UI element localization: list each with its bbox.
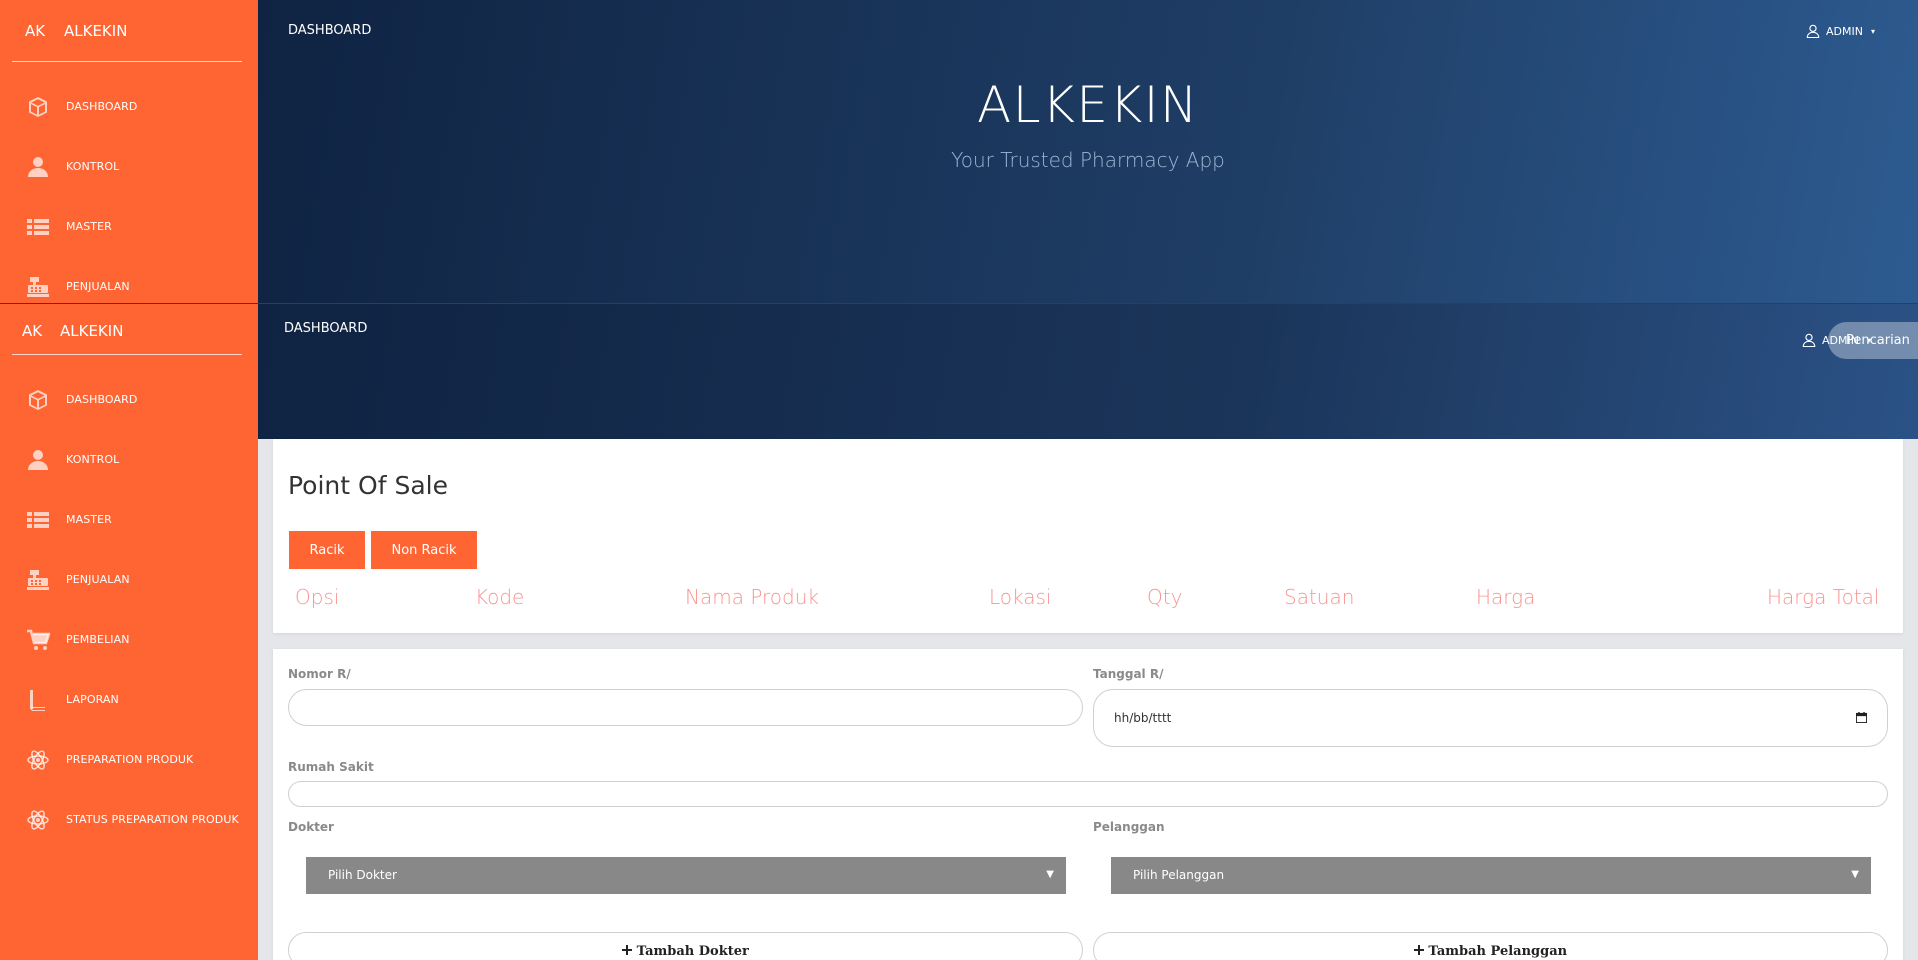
- page-header: DASHBOARD ADMIN ▾: [258, 304, 1918, 439]
- atom-icon: [26, 748, 50, 772]
- sidebar-item-label: MASTER: [66, 220, 112, 233]
- sidebar-item-label: STATUS PREPARATION PRODUK: [66, 813, 239, 826]
- sidebar-item-dashboard[interactable]: DASHBOARD: [0, 380, 258, 420]
- sidebar-item-pembelian[interactable]: PEMBELIAN: [0, 620, 258, 660]
- hero-subtitle: Your Trusted Pharmacy App: [951, 148, 1225, 172]
- sidebar: AK ALKEKIN DASHBOARD KONTROL MASTER PENJ…: [0, 304, 258, 960]
- column-header-harga: Harga: [1476, 585, 1536, 609]
- sidebar-item-master[interactable]: MASTER: [0, 207, 258, 247]
- dokter-label: Dokter: [288, 820, 334, 834]
- column-header-satuan: Satuan: [1284, 585, 1355, 609]
- sidebar-item-master[interactable]: MASTER: [0, 500, 258, 540]
- sidebar-item-penjualan[interactable]: PENJUALAN: [0, 560, 258, 600]
- brand[interactable]: AK ALKEKIN: [0, 0, 258, 62]
- add-customer-button[interactable]: Tambah Pelanggan: [1093, 932, 1888, 960]
- sidebar-item-label: KONTROL: [66, 453, 120, 466]
- sidebar-item-label: PREPARATION PRODUK: [66, 753, 194, 766]
- user-icon: [26, 155, 50, 179]
- sidebar-item-dashboard[interactable]: DASHBOARD: [0, 87, 258, 127]
- pelanggan-select[interactable]: Pilih Pelanggan ▼: [1111, 857, 1871, 894]
- sidebar-item-penjualan[interactable]: PENJUALAN: [0, 267, 258, 304]
- user-outline-icon: [1802, 333, 1816, 347]
- plus-icon: [622, 945, 632, 955]
- list-icon: [26, 508, 50, 532]
- caret-down-icon: ▼: [1851, 869, 1859, 880]
- dashboard-link[interactable]: DASHBOARD: [288, 23, 371, 38]
- cash-register-icon: [26, 275, 50, 299]
- brand-divider: [12, 354, 242, 355]
- tanggal-label: Tanggal R/: [1093, 667, 1164, 681]
- user-icon: [26, 448, 50, 472]
- caret-down-icon: ▾: [1866, 335, 1871, 345]
- nomor-field[interactable]: [288, 689, 1083, 726]
- bottom-frame: AK ALKEKIN DASHBOARD KONTROL MASTER PENJ…: [0, 304, 1918, 960]
- caret-down-icon: ▼: [1046, 869, 1054, 880]
- pelanggan-select-value: Pilih Pelanggan: [1133, 868, 1225, 882]
- calendar-icon[interactable]: [1856, 712, 1867, 723]
- user-menu[interactable]: ADMIN ▾: [1802, 330, 1871, 350]
- sidebar-item-label: MASTER: [66, 513, 112, 526]
- user-label: ADMIN: [1826, 24, 1863, 38]
- column-header-opsi: Opsi: [295, 585, 340, 609]
- column-header-lokasi: Lokasi: [989, 585, 1052, 609]
- tanggal-field[interactable]: hh/bb/tttt: [1093, 689, 1888, 747]
- dokter-select-value: Pilih Dokter: [328, 868, 397, 882]
- top-frame: AK ALKEKIN DASHBOARD KONTROL MASTER PENJ…: [0, 0, 1918, 304]
- pos-card: Point Of Sale Racik Non Racik Opsi Kode …: [273, 439, 1903, 633]
- sidebar-item-laporan[interactable]: LAPORAN: [0, 680, 258, 720]
- sidebar-item-label: PEMBELIAN: [66, 633, 130, 646]
- column-header-nama-produk: Nama Produk: [685, 585, 819, 609]
- sidebar-item-preparation-produk[interactable]: PREPARATION PRODUK: [0, 740, 258, 780]
- brand-short: AK: [25, 22, 46, 40]
- add-doctor-label: Tambah Dokter: [636, 944, 749, 959]
- prescription-form-card: Nomor R/ Tanggal R/ hh/bb/tttt Rumah Sak…: [273, 649, 1903, 960]
- cash-register-icon: [26, 568, 50, 592]
- dokter-select[interactable]: Pilih Dokter ▼: [306, 857, 1066, 894]
- non-racik-button[interactable]: Non Racik: [371, 531, 477, 569]
- column-header-harga-total: Harga Total: [1767, 585, 1880, 609]
- atom-icon: [26, 808, 50, 832]
- sidebar-item-kontrol[interactable]: KONTROL: [0, 147, 258, 187]
- racik-button[interactable]: Racik: [289, 531, 365, 569]
- brand-divider: [12, 61, 242, 62]
- column-header-kode: Kode: [475, 585, 525, 609]
- brand-short: AK: [22, 322, 43, 340]
- rumah-sakit-field[interactable]: [288, 781, 1888, 807]
- brand-name: ALKEKIN: [60, 322, 124, 340]
- caret-down-icon: ▾: [1870, 26, 1875, 36]
- user-label: ADMIN: [1822, 333, 1859, 347]
- column-header-qty: Qty: [1147, 585, 1183, 609]
- list-icon: [26, 215, 50, 239]
- pelanggan-label: Pelanggan: [1093, 820, 1165, 834]
- brand[interactable]: AK ALKEKIN: [0, 304, 258, 366]
- sidebar: AK ALKEKIN DASHBOARD KONTROL MASTER PENJ…: [0, 0, 258, 303]
- sidebar-item-label: LAPORAN: [66, 693, 119, 706]
- plus-icon: [1414, 945, 1424, 955]
- book-icon: [26, 688, 50, 712]
- user-menu[interactable]: ADMIN ▾: [1806, 21, 1875, 41]
- sidebar-item-label: PENJUALAN: [66, 280, 130, 293]
- add-doctor-button[interactable]: Tambah Dokter: [288, 932, 1083, 960]
- page-title: Point Of Sale: [288, 471, 448, 500]
- rumah-sakit-label: Rumah Sakit: [288, 760, 374, 774]
- cube-icon: [26, 95, 50, 119]
- nomor-label: Nomor R/: [288, 667, 351, 681]
- user-outline-icon: [1806, 24, 1820, 38]
- sidebar-item-label: DASHBOARD: [66, 393, 138, 406]
- cart-icon: [26, 628, 50, 652]
- add-customer-label: Tambah Pelanggan: [1428, 944, 1568, 959]
- sidebar-item-label: PENJUALAN: [66, 573, 130, 586]
- dashboard-link[interactable]: DASHBOARD: [284, 321, 367, 336]
- brand-name: ALKEKIN: [64, 22, 128, 40]
- sidebar-item-label: KONTROL: [66, 160, 120, 173]
- cube-icon: [26, 388, 50, 412]
- sidebar-item-kontrol[interactable]: KONTROL: [0, 440, 258, 480]
- hero-header: DASHBOARD ADMIN ▾ ALKEKIN Your Trusted P…: [258, 0, 1918, 303]
- sidebar-item-label: DASHBOARD: [66, 100, 138, 113]
- hero-title: ALKEKIN: [977, 76, 1199, 134]
- sidebar-item-status-preparation-produk[interactable]: STATUS PREPARATION PRODUK: [0, 800, 258, 840]
- tanggal-placeholder: hh/bb/tttt: [1114, 711, 1172, 725]
